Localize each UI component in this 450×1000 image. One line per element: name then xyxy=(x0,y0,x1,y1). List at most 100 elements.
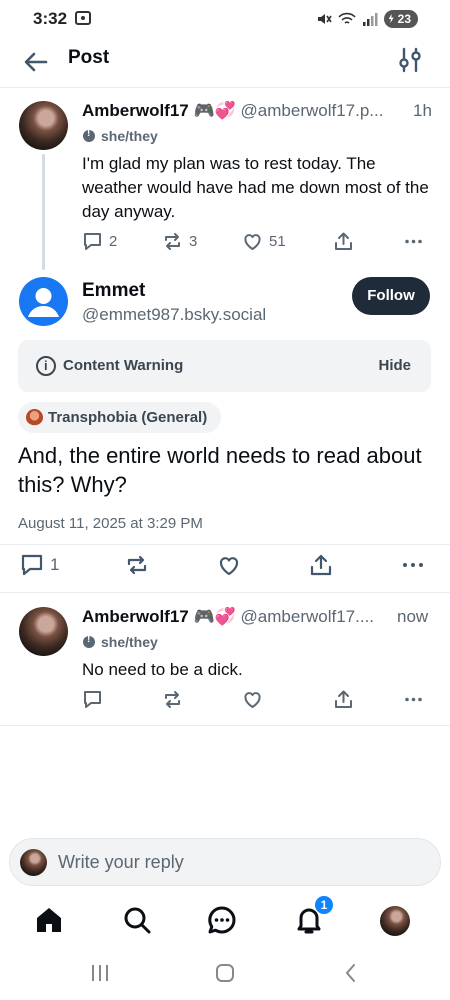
composer-avatar xyxy=(20,849,47,876)
nav-chat[interactable] xyxy=(206,904,238,936)
signal-icon xyxy=(362,13,378,26)
search-icon xyxy=(124,907,151,934)
back-button[interactable] xyxy=(22,48,50,76)
bottom-nav: 1 xyxy=(0,892,450,952)
focus-post-text: And, the entire world needs to read abou… xyxy=(18,443,422,497)
reply-more-button[interactable] xyxy=(403,689,424,710)
more-icon xyxy=(405,697,422,702)
share-icon xyxy=(310,554,332,576)
repost-icon xyxy=(165,691,180,708)
focus-post-display-name[interactable]: Emmet xyxy=(82,280,145,302)
hide-button[interactable]: Hide xyxy=(378,357,411,374)
info-icon xyxy=(36,356,56,376)
back-system-button[interactable] xyxy=(342,962,360,984)
focus-reply-count: 1 xyxy=(50,555,60,574)
app-header: Post xyxy=(0,38,450,88)
divider xyxy=(0,592,450,593)
reply-reply-button[interactable] xyxy=(82,689,103,710)
parent-repost-count: 3 xyxy=(189,233,198,250)
thread-options-button[interactable] xyxy=(398,47,422,73)
parent-repost-button[interactable]: 3 xyxy=(162,231,197,252)
focus-like-button[interactable] xyxy=(217,553,241,577)
heart-icon xyxy=(244,692,261,708)
moderation-label-chip[interactable]: Transphobia (General) xyxy=(18,402,222,433)
nav-home[interactable] xyxy=(33,904,65,936)
comment-icon xyxy=(84,233,101,250)
focus-post-timestamp: August 11, 2025 at 3:29 PM xyxy=(18,515,203,532)
divider xyxy=(0,544,450,545)
chat-icon xyxy=(208,906,236,934)
parent-post-avatar[interactable] xyxy=(19,101,68,150)
focus-post-handle[interactable]: @emmet987.bsky.social xyxy=(82,305,266,325)
follow-button[interactable]: Follow xyxy=(352,277,430,315)
comment-icon xyxy=(21,554,43,576)
parent-reply-count: 2 xyxy=(109,233,118,250)
focus-share-button[interactable] xyxy=(309,553,333,577)
parent-more-button[interactable] xyxy=(403,231,424,252)
nav-notifications[interactable]: 1 xyxy=(293,896,333,936)
status-icons: 23 xyxy=(316,9,418,29)
wifi-icon xyxy=(338,12,356,24)
repost-icon xyxy=(165,233,180,250)
default-avatar-icon xyxy=(28,288,59,317)
nav-search[interactable] xyxy=(121,904,153,936)
reply-placeholder: Write your reply xyxy=(58,852,184,872)
reply-post-author[interactable]: Amberwolf17 🎮💞 @amberwolf17.... xyxy=(82,607,374,627)
reply-post-avatar[interactable] xyxy=(19,607,68,656)
focus-repost-button[interactable] xyxy=(125,553,149,577)
labeler-avatar-icon xyxy=(26,409,43,426)
reply-composer[interactable]: Write your reply xyxy=(9,838,441,886)
parent-like-button[interactable]: 51 xyxy=(242,231,286,252)
more-icon xyxy=(405,239,422,244)
recent-apps-icon xyxy=(92,965,108,981)
heart-icon xyxy=(219,557,239,576)
back-arrow-icon xyxy=(24,52,48,72)
share-icon xyxy=(335,232,352,250)
pronoun-icon xyxy=(83,634,95,648)
parent-post-time: 1h xyxy=(413,101,432,120)
system-nav-bar xyxy=(0,952,450,1000)
repost-icon xyxy=(127,555,147,575)
share-icon xyxy=(335,690,352,708)
reply-repost-button[interactable] xyxy=(162,689,183,710)
thread-line xyxy=(42,154,45,270)
battery-indicator: 23 xyxy=(383,10,418,28)
notification-badge: 1 xyxy=(315,896,333,914)
home-system-icon xyxy=(216,964,234,982)
focus-reply-button[interactable]: 1 xyxy=(20,553,59,577)
more-icon xyxy=(403,563,423,567)
filter-sliders-icon xyxy=(399,47,421,73)
mute-icon xyxy=(317,14,332,24)
pronoun-icon xyxy=(83,128,95,142)
home-icon xyxy=(37,908,61,932)
parent-post-display-name: Amberwolf17 🎮💞 xyxy=(82,101,236,120)
heart-icon xyxy=(244,234,261,250)
comment-icon xyxy=(84,691,101,708)
page-title: Post xyxy=(68,47,110,68)
parent-post-author[interactable]: Amberwolf17 🎮💞 @amberwolf17.p... xyxy=(82,101,383,121)
divider xyxy=(0,725,450,726)
parent-post-pronouns: she/they xyxy=(83,128,158,144)
reply-post-display-name: Amberwolf17 🎮💞 xyxy=(82,607,236,626)
status-time: 3:32 xyxy=(33,9,68,28)
back-system-icon xyxy=(345,964,355,982)
recent-apps-button[interactable] xyxy=(90,962,110,984)
parent-reply-button[interactable]: 2 xyxy=(82,231,117,252)
reply-post-handle: @amberwolf17.... xyxy=(240,607,375,626)
parent-post-handle: @amberwolf17.p... xyxy=(240,101,384,120)
focus-more-button[interactable] xyxy=(401,553,425,577)
content-warning-banner[interactable]: Content Warning Hide xyxy=(18,340,431,392)
focus-post-avatar[interactable] xyxy=(19,277,68,326)
home-system-button[interactable] xyxy=(214,962,236,984)
reply-like-button[interactable] xyxy=(242,689,263,710)
reply-post-time: now xyxy=(397,607,429,626)
content-warning-label: Content Warning xyxy=(63,357,184,374)
status-bar: 3:32 23 xyxy=(0,0,450,38)
screen-record-icon xyxy=(75,11,91,25)
reply-share-button[interactable] xyxy=(333,689,354,710)
nav-profile-avatar[interactable] xyxy=(380,906,410,936)
parent-like-count: 51 xyxy=(269,233,286,250)
reply-post-pronouns: she/they xyxy=(83,634,158,650)
reply-post-text: No need to be a dick. xyxy=(82,660,243,679)
parent-share-button[interactable] xyxy=(333,231,354,252)
